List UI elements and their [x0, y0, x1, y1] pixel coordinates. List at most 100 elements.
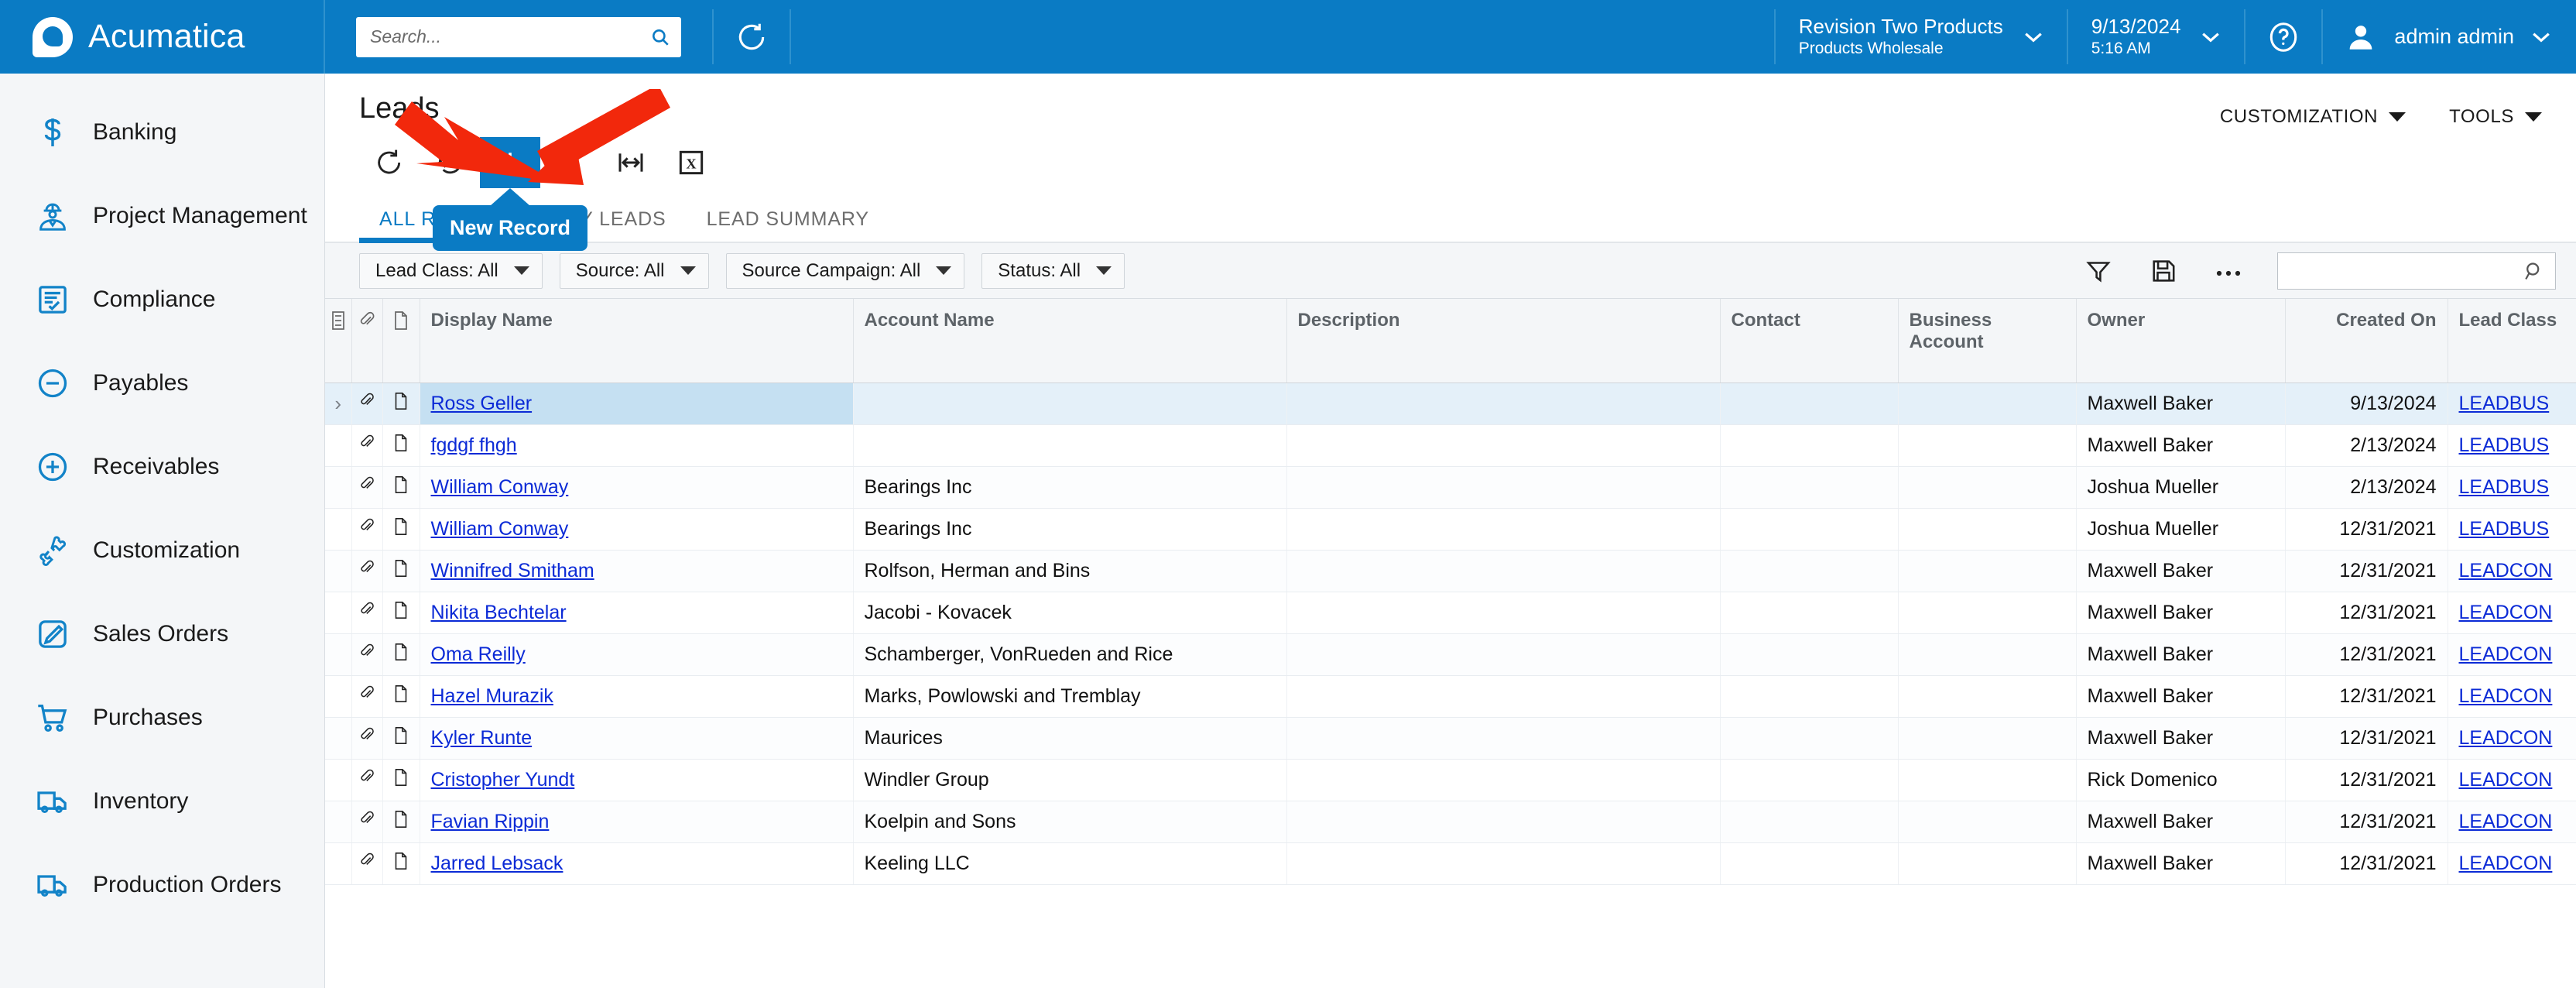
display-name-link[interactable]: William Conway: [431, 518, 569, 540]
row-notes-cell[interactable]: [382, 508, 420, 551]
column-header-description[interactable]: Description: [1286, 299, 1721, 383]
note-page-icon[interactable]: [392, 726, 409, 746]
more-options-button[interactable]: [2204, 252, 2252, 290]
note-page-icon[interactable]: [392, 767, 409, 787]
status-filter[interactable]: Status: All: [981, 252, 1125, 289]
undo-button[interactable]: [420, 137, 480, 188]
refresh-button[interactable]: [359, 137, 420, 188]
lead-class-link[interactable]: LEADBUS: [2459, 476, 2550, 498]
row-expander-cell[interactable]: [325, 633, 352, 676]
table-row[interactable]: fgdgf fhgh Maxwell Baker 2/13/2024 LEADBUS: [325, 424, 2576, 467]
fit-columns-button[interactable]: [601, 137, 661, 188]
row-files-cell[interactable]: [351, 842, 383, 885]
note-page-icon[interactable]: [392, 642, 409, 662]
row-files-cell[interactable]: [351, 466, 383, 509]
leads-grid-container[interactable]: Display Name Account Name Description Co…: [325, 299, 2576, 988]
cell-display-name[interactable]: Ross Geller: [420, 383, 854, 425]
display-name-link[interactable]: Favian Rippin: [431, 811, 550, 832]
cell-lead-class[interactable]: LEADBUS: [2448, 508, 2576, 551]
source-campaign-filter[interactable]: Source Campaign: All: [725, 252, 965, 289]
note-page-icon[interactable]: [392, 391, 409, 411]
display-name-link[interactable]: Jarred Lebsack: [431, 852, 564, 874]
column-header-contact[interactable]: Contact: [1720, 299, 1899, 383]
filter-settings-button[interactable]: [2074, 252, 2122, 290]
display-name-link[interactable]: Ross Geller: [431, 393, 533, 414]
row-notes-cell[interactable]: [382, 633, 420, 676]
note-page-icon[interactable]: [392, 684, 409, 704]
table-row[interactable]: Nikita Bechtelar Jacobi - Kovacek Maxwell …: [325, 592, 2576, 634]
row-expander-cell[interactable]: [325, 675, 352, 718]
row-files-cell[interactable]: [351, 759, 383, 801]
export-excel-button[interactable]: X: [661, 137, 721, 188]
paperclip-icon[interactable]: [358, 851, 376, 871]
cell-lead-class[interactable]: LEADCON: [2448, 842, 2576, 885]
row-files-cell[interactable]: [351, 592, 383, 634]
lead-class-link[interactable]: LEADBUS: [2459, 434, 2550, 456]
cell-display-name[interactable]: Cristopher Yundt: [420, 759, 854, 801]
table-row[interactable]: Oma Reilly Schamberger, VonRueden and Ric…: [325, 633, 2576, 676]
cell-display-name[interactable]: Oma Reilly: [420, 633, 854, 676]
user-menu[interactable]: admin admin: [2323, 0, 2576, 74]
sidebar-item-banking[interactable]: Banking: [0, 91, 324, 174]
table-row[interactable]: Hazel Murazik Marks, Powlowski and Trembl…: [325, 675, 2576, 718]
cell-lead-class[interactable]: LEADBUS: [2448, 466, 2576, 509]
cell-lead-class[interactable]: LEADCON: [2448, 717, 2576, 760]
display-name-link[interactable]: Hazel Murazik: [431, 685, 553, 707]
paperclip-icon[interactable]: [358, 391, 376, 411]
cell-display-name[interactable]: Nikita Bechtelar: [420, 592, 854, 634]
display-name-link[interactable]: Kyler Runte: [431, 727, 533, 749]
lead-class-link[interactable]: LEADCON: [2459, 852, 2553, 874]
edit-button[interactable]: [540, 137, 601, 188]
row-notes-cell[interactable]: [382, 550, 420, 592]
display-name-link[interactable]: William Conway: [431, 476, 569, 498]
paperclip-icon[interactable]: [358, 433, 376, 453]
cell-lead-class[interactable]: LEADBUS: [2448, 424, 2576, 467]
lead-class-link[interactable]: LEADCON: [2459, 769, 2553, 791]
company-branch-selector[interactable]: Revision Two Products Products Wholesale: [1776, 0, 2067, 74]
lead-class-link[interactable]: LEADCON: [2459, 685, 2553, 707]
row-expander-cell[interactable]: [325, 842, 352, 885]
table-row[interactable]: Kyler Runte Maurices Maxwell Baker 12/31/20…: [325, 717, 2576, 760]
column-header-selector[interactable]: [325, 299, 352, 383]
tab-lead-summary[interactable]: LEAD SUMMARY: [687, 196, 889, 242]
lead-class-link[interactable]: LEADBUS: [2459, 518, 2550, 540]
grid-search-box[interactable]: [2277, 252, 2556, 290]
row-notes-cell[interactable]: [382, 592, 420, 634]
row-expander-cell[interactable]: [325, 550, 352, 592]
note-page-icon[interactable]: [392, 475, 409, 495]
table-row[interactable]: Jarred Lebsack Keeling LLC Maxwell Baker 12…: [325, 842, 2576, 885]
table-row[interactable]: Cristopher Yundt Windler Group Rick Domeni…: [325, 759, 2576, 801]
cell-display-name[interactable]: William Conway: [420, 466, 854, 509]
row-expander-cell[interactable]: [325, 466, 352, 509]
row-files-cell[interactable]: [351, 424, 383, 467]
cell-lead-class[interactable]: LEADCON: [2448, 592, 2576, 634]
brand-home-link[interactable]: Acumatica: [0, 0, 325, 74]
cell-lead-class[interactable]: LEADCON: [2448, 801, 2576, 843]
row-notes-cell[interactable]: [382, 717, 420, 760]
sidebar-item-project-management[interactable]: Project Management: [0, 174, 324, 258]
display-name-link[interactable]: fgdgf fhgh: [431, 434, 517, 456]
row-files-cell[interactable]: [351, 801, 383, 843]
note-page-icon[interactable]: [392, 516, 409, 537]
row-files-cell[interactable]: [351, 675, 383, 718]
row-expander-cell[interactable]: [325, 508, 352, 551]
save-filter-button[interactable]: [2139, 252, 2187, 290]
display-name-link[interactable]: Nikita Bechtelar: [431, 602, 567, 623]
customization-menu[interactable]: CUSTOMIZATION: [2220, 106, 2406, 128]
cell-display-name[interactable]: fgdgf fhgh: [420, 424, 854, 467]
column-header-business-account[interactable]: Business Account: [1898, 299, 2077, 383]
sidebar-item-purchases[interactable]: Purchases: [0, 676, 324, 760]
row-expander-cell[interactable]: ›: [325, 383, 352, 425]
sidebar-item-payables[interactable]: Payables: [0, 341, 324, 425]
cell-lead-class[interactable]: LEADBUS: [2448, 383, 2576, 425]
recent-activity-button[interactable]: [714, 0, 790, 74]
column-header-created-on[interactable]: Created On: [2285, 299, 2448, 383]
business-date-selector[interactable]: 9/13/2024 5:16 AM: [2068, 0, 2245, 74]
cell-lead-class[interactable]: LEADCON: [2448, 759, 2576, 801]
row-notes-cell[interactable]: [382, 759, 420, 801]
row-notes-cell[interactable]: [382, 801, 420, 843]
column-header-lead-class[interactable]: Lead Class: [2448, 299, 2576, 383]
sidebar-item-production-orders[interactable]: Production Orders: [0, 843, 324, 927]
new-record-button[interactable]: [480, 137, 540, 188]
help-button[interactable]: [2245, 0, 2321, 74]
